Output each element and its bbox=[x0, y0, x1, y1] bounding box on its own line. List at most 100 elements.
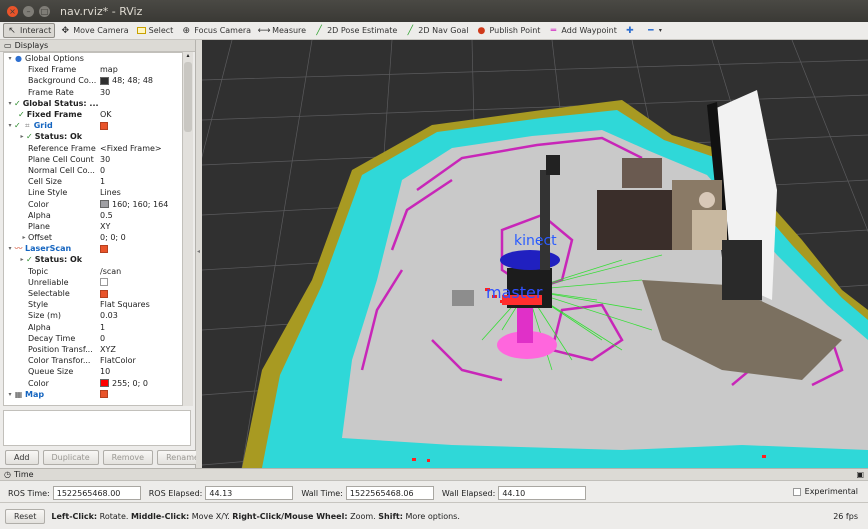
tree-row[interactable]: Normal Cell Co... 0 bbox=[4, 165, 182, 176]
nav-goal-tool[interactable]: ╱ 2D Nav Goal bbox=[402, 23, 471, 38]
description-box bbox=[3, 410, 191, 446]
chevron-down-icon[interactable]: ▾ bbox=[6, 122, 14, 129]
tree-row[interactable]: Alpha 0.5 bbox=[4, 210, 182, 221]
remove-tool-menu[interactable]: ━ ▾ bbox=[643, 23, 665, 38]
chevron-down-icon: ▾ bbox=[658, 27, 662, 34]
unreliable-checkbox[interactable] bbox=[100, 278, 108, 287]
tool-toolbar: ↖ Interact ✥ Move Camera Select ⊕ Focus Cam… bbox=[0, 22, 868, 40]
chevron-down-icon[interactable]: ▾ bbox=[6, 55, 14, 62]
tree-row[interactable]: Position Transf... XYZ bbox=[4, 344, 182, 355]
scroll-up-icon[interactable]: ▴ bbox=[183, 52, 193, 59]
tree-row[interactable]: Fixed Frame map bbox=[4, 64, 182, 75]
move-camera-tool[interactable]: ✥ Move Camera bbox=[57, 23, 131, 38]
tree-row[interactable]: Style Flat Squares bbox=[4, 299, 182, 310]
tree-row[interactable]: Alpha 1 bbox=[4, 322, 182, 333]
experimental-toggle[interactable]: Experimental bbox=[792, 487, 858, 496]
enabled-checkbox[interactable] bbox=[100, 121, 108, 130]
duplicate-button[interactable]: Duplicate bbox=[42, 450, 99, 465]
render-view[interactable]: kinect master bbox=[202, 40, 868, 468]
tree-row[interactable]: Frame Rate 30 bbox=[4, 87, 182, 98]
tree-row[interactable]: Size (m) 0.03 bbox=[4, 310, 182, 321]
chevron-right-icon[interactable]: ▸ bbox=[18, 256, 26, 263]
measure-tool[interactable]: ⟷ Measure bbox=[256, 23, 309, 38]
wall-time-field[interactable]: 1522565468.06 bbox=[345, 486, 434, 500]
chevron-right-icon[interactable]: ▸ bbox=[20, 234, 28, 241]
tree-row[interactable]: Plane Cell Count 30 bbox=[4, 154, 182, 165]
chevron-right-icon[interactable]: ▸ bbox=[18, 133, 26, 140]
minimize-icon[interactable]: – bbox=[23, 5, 34, 17]
focus-icon: ⊕ bbox=[182, 25, 191, 36]
ros-time-field[interactable]: 1522565468.00 bbox=[52, 486, 141, 500]
close-icon[interactable]: × bbox=[7, 5, 18, 17]
tree-row[interactable]: Selectable bbox=[4, 288, 182, 299]
tree-row[interactable]: Line Style Lines bbox=[4, 187, 182, 198]
panel-close-icon[interactable]: ▣ bbox=[856, 470, 864, 479]
chevron-down-icon[interactable]: ▾ bbox=[6, 391, 14, 398]
laser-scan-icon: 〰 bbox=[14, 244, 23, 254]
tree-row[interactable]: ✓ Fixed Frame OK bbox=[4, 109, 182, 120]
grid-icon: ⌗ bbox=[24, 120, 30, 130]
tree-row[interactable]: Reference Frame <Fixed Frame> bbox=[4, 143, 182, 154]
wall-elapsed-label: Wall Elapsed: bbox=[441, 488, 496, 498]
tree-row[interactable]: Color Transfor... FlatColor bbox=[4, 355, 182, 366]
color-swatch[interactable] bbox=[100, 200, 109, 209]
tree-row[interactable]: Color 255; 0; 0 bbox=[4, 377, 182, 388]
enabled-checkbox[interactable] bbox=[100, 244, 108, 253]
green-arrow-icon: ╱ bbox=[407, 25, 413, 36]
check-icon: ✓ bbox=[14, 98, 21, 108]
tree-row[interactable]: ▸ Offset 0; 0; 0 bbox=[4, 232, 182, 243]
enabled-checkbox[interactable] bbox=[100, 390, 108, 399]
reset-button[interactable]: Reset bbox=[5, 508, 46, 524]
wall-elapsed-field[interactable]: 44.10 bbox=[498, 486, 587, 500]
tree-row[interactable]: ▾ ✓ Global Status: ... bbox=[4, 98, 182, 109]
displays-panel: ▭ Displays ▾ ● Global Options Fixed Frame m… bbox=[0, 40, 208, 468]
select-box-icon bbox=[136, 27, 146, 34]
scrollbar-thumb[interactable] bbox=[184, 62, 192, 132]
interact-tool[interactable]: ↖ Interact bbox=[3, 23, 56, 38]
tree-row[interactable]: ▾ ● Global Options bbox=[4, 53, 182, 64]
tree-row[interactable]: Cell Size 1 bbox=[4, 176, 182, 187]
add-tool-plus[interactable]: ✚ bbox=[622, 23, 641, 38]
clock-icon: ◷ bbox=[4, 470, 11, 479]
displays-tree[interactable]: ▾ ● Global Options Fixed Frame map Backgrou… bbox=[3, 52, 183, 406]
monitor-icon: ▭ bbox=[4, 41, 12, 50]
minus-icon: ━ bbox=[648, 25, 654, 36]
status-bar: Reset Left-Click: Rotate. Middle-Click: … bbox=[0, 502, 868, 529]
tree-row[interactable]: ▸ ✓ Status: Ok bbox=[4, 131, 182, 142]
tree-row[interactable]: Plane XY bbox=[4, 221, 182, 232]
focus-camera-tool[interactable]: ⊕ Focus Camera bbox=[178, 23, 254, 38]
tree-row[interactable]: ▾ 〰 LaserScan bbox=[4, 243, 182, 254]
tree-row[interactable]: Unreliable bbox=[4, 277, 182, 288]
ros-elapsed-field[interactable]: 44.13 bbox=[205, 486, 294, 500]
time-header: ◷ Time ▣ bbox=[0, 469, 868, 481]
tree-row[interactable]: Color 160; 160; 164 bbox=[4, 198, 182, 209]
tree-row[interactable]: ▾ ✓ ⌗ Grid bbox=[4, 120, 182, 131]
master-frame-label: master bbox=[486, 283, 543, 302]
tree-row[interactable]: Decay Time 0 bbox=[4, 333, 182, 344]
tree-row[interactable]: ▸ ✓ Status: Ok bbox=[4, 254, 182, 265]
ruler-icon: ⟷ bbox=[257, 25, 271, 36]
color-swatch[interactable] bbox=[100, 379, 109, 388]
remove-button[interactable]: Remove bbox=[102, 450, 154, 465]
maximize-icon[interactable]: □ bbox=[39, 5, 50, 17]
selectable-checkbox[interactable] bbox=[100, 289, 108, 298]
cursor-icon: ↖ bbox=[8, 25, 16, 36]
check-icon: ✓ bbox=[18, 110, 25, 120]
add-waypoint-tool[interactable]: ═ Add Waypoint bbox=[545, 23, 619, 38]
plus-icon: ✚ bbox=[626, 25, 634, 36]
color-swatch[interactable] bbox=[100, 76, 109, 85]
experimental-checkbox[interactable] bbox=[792, 487, 801, 496]
displays-scrollbar[interactable]: ▴ bbox=[183, 52, 193, 406]
tree-row[interactable]: ▾ ▦ Map bbox=[4, 389, 182, 400]
chevron-down-icon[interactable]: ▾ bbox=[6, 100, 14, 107]
tree-row[interactable]: Background Co... 48; 48; 48 bbox=[4, 75, 182, 86]
select-tool[interactable]: Select bbox=[134, 23, 177, 38]
tree-row[interactable]: Topic/scan bbox=[4, 266, 182, 277]
chevron-down-icon[interactable]: ▾ bbox=[6, 245, 14, 252]
publish-point-tool[interactable]: ● Publish Point bbox=[473, 23, 543, 38]
tree-row[interactable]: Queue Size 10 bbox=[4, 366, 182, 377]
add-button[interactable]: Add bbox=[5, 450, 39, 465]
pose-estimate-tool[interactable]: ╱ 2D Pose Estimate bbox=[311, 23, 400, 38]
display-buttons: Add Duplicate Remove Rename bbox=[5, 450, 208, 465]
ros-time-label: ROS Time: bbox=[8, 488, 50, 498]
